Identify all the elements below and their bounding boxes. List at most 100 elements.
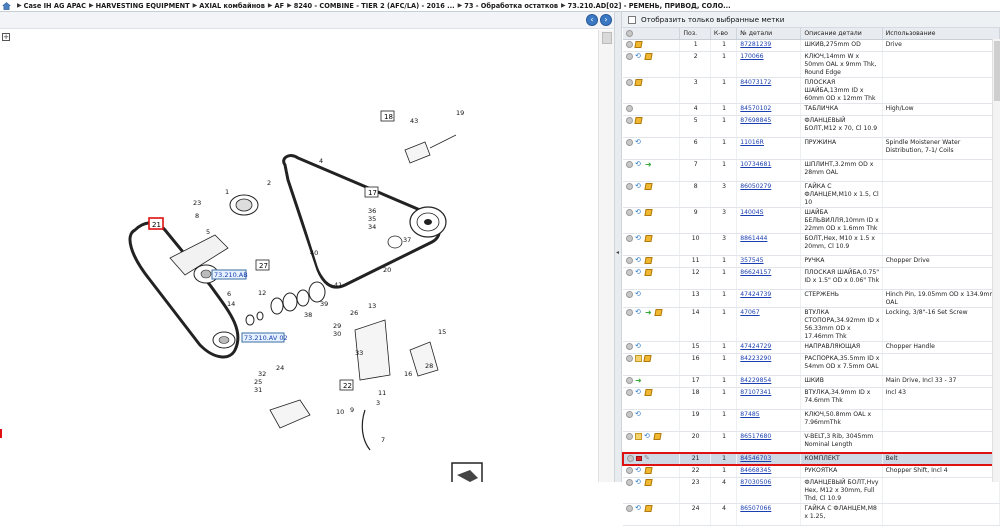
info-circle-icon[interactable] [626,290,633,298]
callout-73-210-ab[interactable]: 73.210.AB [211,269,248,280]
table-row[interactable]: ⟲ 6 1 11016R ПРУЖИНА Spindle Moistener Water … [623,137,1000,160]
table-row[interactable]: 1 1 87281239 ШКИВ,275mm OD Drive [623,39,1000,52]
home-icon[interactable] [2,1,11,10]
refresh-arrow-icon[interactable]: ⟲ [635,256,643,264]
cell-part-number[interactable]: 11016R [740,139,764,146]
package-icon[interactable] [634,40,643,48]
column-header-icons[interactable] [623,28,681,40]
info-circle-icon[interactable] [626,268,633,276]
table-row[interactable]: ⟲ 24 4 86507066 ГАЙКА С ФЛАНЦЕМ,M8 x 1.25, [623,503,1000,526]
table-row[interactable]: 4 1 84570102 ТАБЛИЧКА High/Low [623,103,1000,116]
info-circle-icon[interactable] [626,388,633,396]
callout-73-210-av-02[interactable]: 73.210.AV 02 [241,332,288,343]
info-circle-icon[interactable] [626,182,633,190]
info-circle-icon[interactable] [626,410,633,418]
table-row[interactable]: ⟲ ➜ 14 1 47067 ВТУЛКА СТОПОРА,34.92mm ID x 56… [623,307,1000,342]
flag-icon[interactable] [636,456,642,461]
package-icon[interactable] [653,432,662,440]
breadcrumb-item[interactable]: AXIAL комбайнов [199,2,265,10]
info-circle-icon[interactable] [627,455,634,462]
package-icon[interactable] [644,52,653,60]
package-icon[interactable] [644,388,653,396]
cell-part-number[interactable]: 86507066 [740,505,771,512]
package-icon[interactable] [644,256,653,264]
breadcrumb-item[interactable]: 8240 - COMBINE - TIER 2 (AFC/LA) - 2016 … [294,2,455,10]
info-circle-icon[interactable] [626,78,633,86]
table-row[interactable]: ➜ 17 1 84229854 ШКИВ Main Drive, Incl 33 - 37 [623,375,1000,388]
cell-part-number[interactable]: 84223290 [740,355,771,362]
table-row[interactable]: 3 1 84073172 ПЛОСКАЯ ШАЙБА,13mm ID x 60mm O… [623,77,1000,104]
package-icon[interactable] [644,504,653,512]
info-circle-icon[interactable] [626,504,633,512]
cell-part-number[interactable]: 357545 [740,257,763,264]
column-header-part-number[interactable]: № детали [736,28,802,40]
refresh-arrow-icon[interactable]: ⟲ [635,234,643,242]
package-icon[interactable] [644,234,653,242]
info-circle-icon[interactable] [626,467,633,474]
breadcrumb-item[interactable]: 73.210.AD[02] - РЕМЕНЬ, ПРИВОД, СОЛО... [568,2,731,10]
package-icon[interactable] [644,467,653,474]
green-arrow-icon[interactable]: ➜ [645,160,653,168]
ref-box-17[interactable]: 17 [364,186,379,198]
green-arrow-icon[interactable]: ➜ [635,376,643,384]
refresh-arrow-icon[interactable]: ⟲ [635,388,643,396]
info-circle-icon[interactable] [626,208,633,216]
refresh-arrow-icon[interactable]: ⟲ [644,432,652,440]
package-icon[interactable] [643,354,652,362]
table-row[interactable]: ⟲ 20 1 86517680 V-BELT,3 Rib, 3045mm Nominal… [623,431,1000,454]
package-icon[interactable] [644,478,653,486]
refresh-arrow-icon[interactable]: ⟲ [635,410,643,418]
column-header-qty[interactable]: К-во [710,28,738,40]
cell-part-number[interactable]: 86050279 [740,183,771,190]
cell-part-number[interactable]: 47424739 [740,291,771,298]
pencil-icon[interactable]: ✎ [644,455,651,462]
cell-part-number[interactable]: 87485 [740,411,759,418]
show-selected-checkbox[interactable] [628,15,636,24]
pane-splitter[interactable]: ◂ [614,12,622,482]
table-row[interactable]: ⟲ 19 1 87485 КЛЮЧ,50.8mm OAL x 7.96mmThk [623,409,1000,432]
info-circle-icon[interactable] [626,308,633,316]
ref-box-22[interactable]: 22 [339,379,354,391]
scroll-thumb[interactable] [994,41,1000,101]
green-arrow-icon[interactable]: ➜ [645,308,653,316]
refresh-arrow-icon[interactable]: ⟲ [635,478,643,486]
cell-part-number[interactable]: 47424729 [740,343,771,350]
scroll-thumb[interactable] [602,32,612,44]
refresh-arrow-icon[interactable]: ⟲ [635,504,643,512]
cell-part-number[interactable]: 87107341 [740,389,771,396]
refresh-arrow-icon[interactable]: ⟲ [635,182,643,190]
info-circle-icon[interactable] [626,52,633,60]
cell-part-number[interactable]: 86517680 [740,433,771,440]
info-circle-icon[interactable] [626,432,633,440]
cell-part-number[interactable]: 8861444 [740,235,767,242]
refresh-arrow-icon[interactable]: ⟲ [635,52,643,60]
cell-part-number[interactable]: 14004S [740,209,763,216]
refresh-arrow-icon[interactable]: ⟲ [635,268,643,276]
package-icon[interactable] [644,268,653,276]
column-header-usage[interactable]: Использование [882,28,1000,40]
breadcrumb-item[interactable]: Case IH AG APAC [24,2,86,10]
table-row[interactable]: ⟲ 10 3 8861444 БОЛТ,Hex, M10 x 1.5 x 20mm, C… [623,233,1000,256]
cell-part-number[interactable]: 84668345 [740,467,771,474]
splitter-grip-icon[interactable]: ◂ [616,249,619,256]
package-icon[interactable] [654,308,663,316]
refresh-arrow-icon[interactable]: ⟲ [635,290,643,298]
table-row[interactable]: ⟲ 11 1 357545 РУЧКА Chopper Drive [623,255,1000,268]
refresh-arrow-icon[interactable]: ⟲ [635,467,643,474]
cell-part-number[interactable]: 86624157 [740,269,771,276]
cell-part-number[interactable]: 84073172 [740,79,771,86]
breadcrumb-item[interactable]: AF [275,2,285,10]
cell-part-number[interactable]: 87698845 [740,117,771,124]
cell-part-number[interactable]: 87281239 [740,41,771,48]
breadcrumb-item[interactable]: 73 - Обработка остатков [464,2,558,10]
cell-part-number[interactable]: 10734681 [740,161,771,168]
info-circle-icon[interactable] [626,138,633,146]
table-row[interactable]: ⟲ 2 1 170066 КЛЮЧ,14mm W x 50mm OAL x 9mm Th… [623,51,1000,78]
info-circle-icon[interactable] [626,376,633,384]
table-row[interactable]: ⟲ 18 1 87107341 ВТУЛКА,34.9mm ID x 74.6mm Th… [623,387,1000,410]
info-circle-icon[interactable] [626,256,633,264]
cell-part-number[interactable]: 84546703 [740,455,771,462]
next-arrow-icon[interactable]: › [600,14,612,26]
refresh-arrow-icon[interactable]: ⟲ [635,308,643,316]
cell-part-number[interactable]: 47067 [740,309,759,316]
